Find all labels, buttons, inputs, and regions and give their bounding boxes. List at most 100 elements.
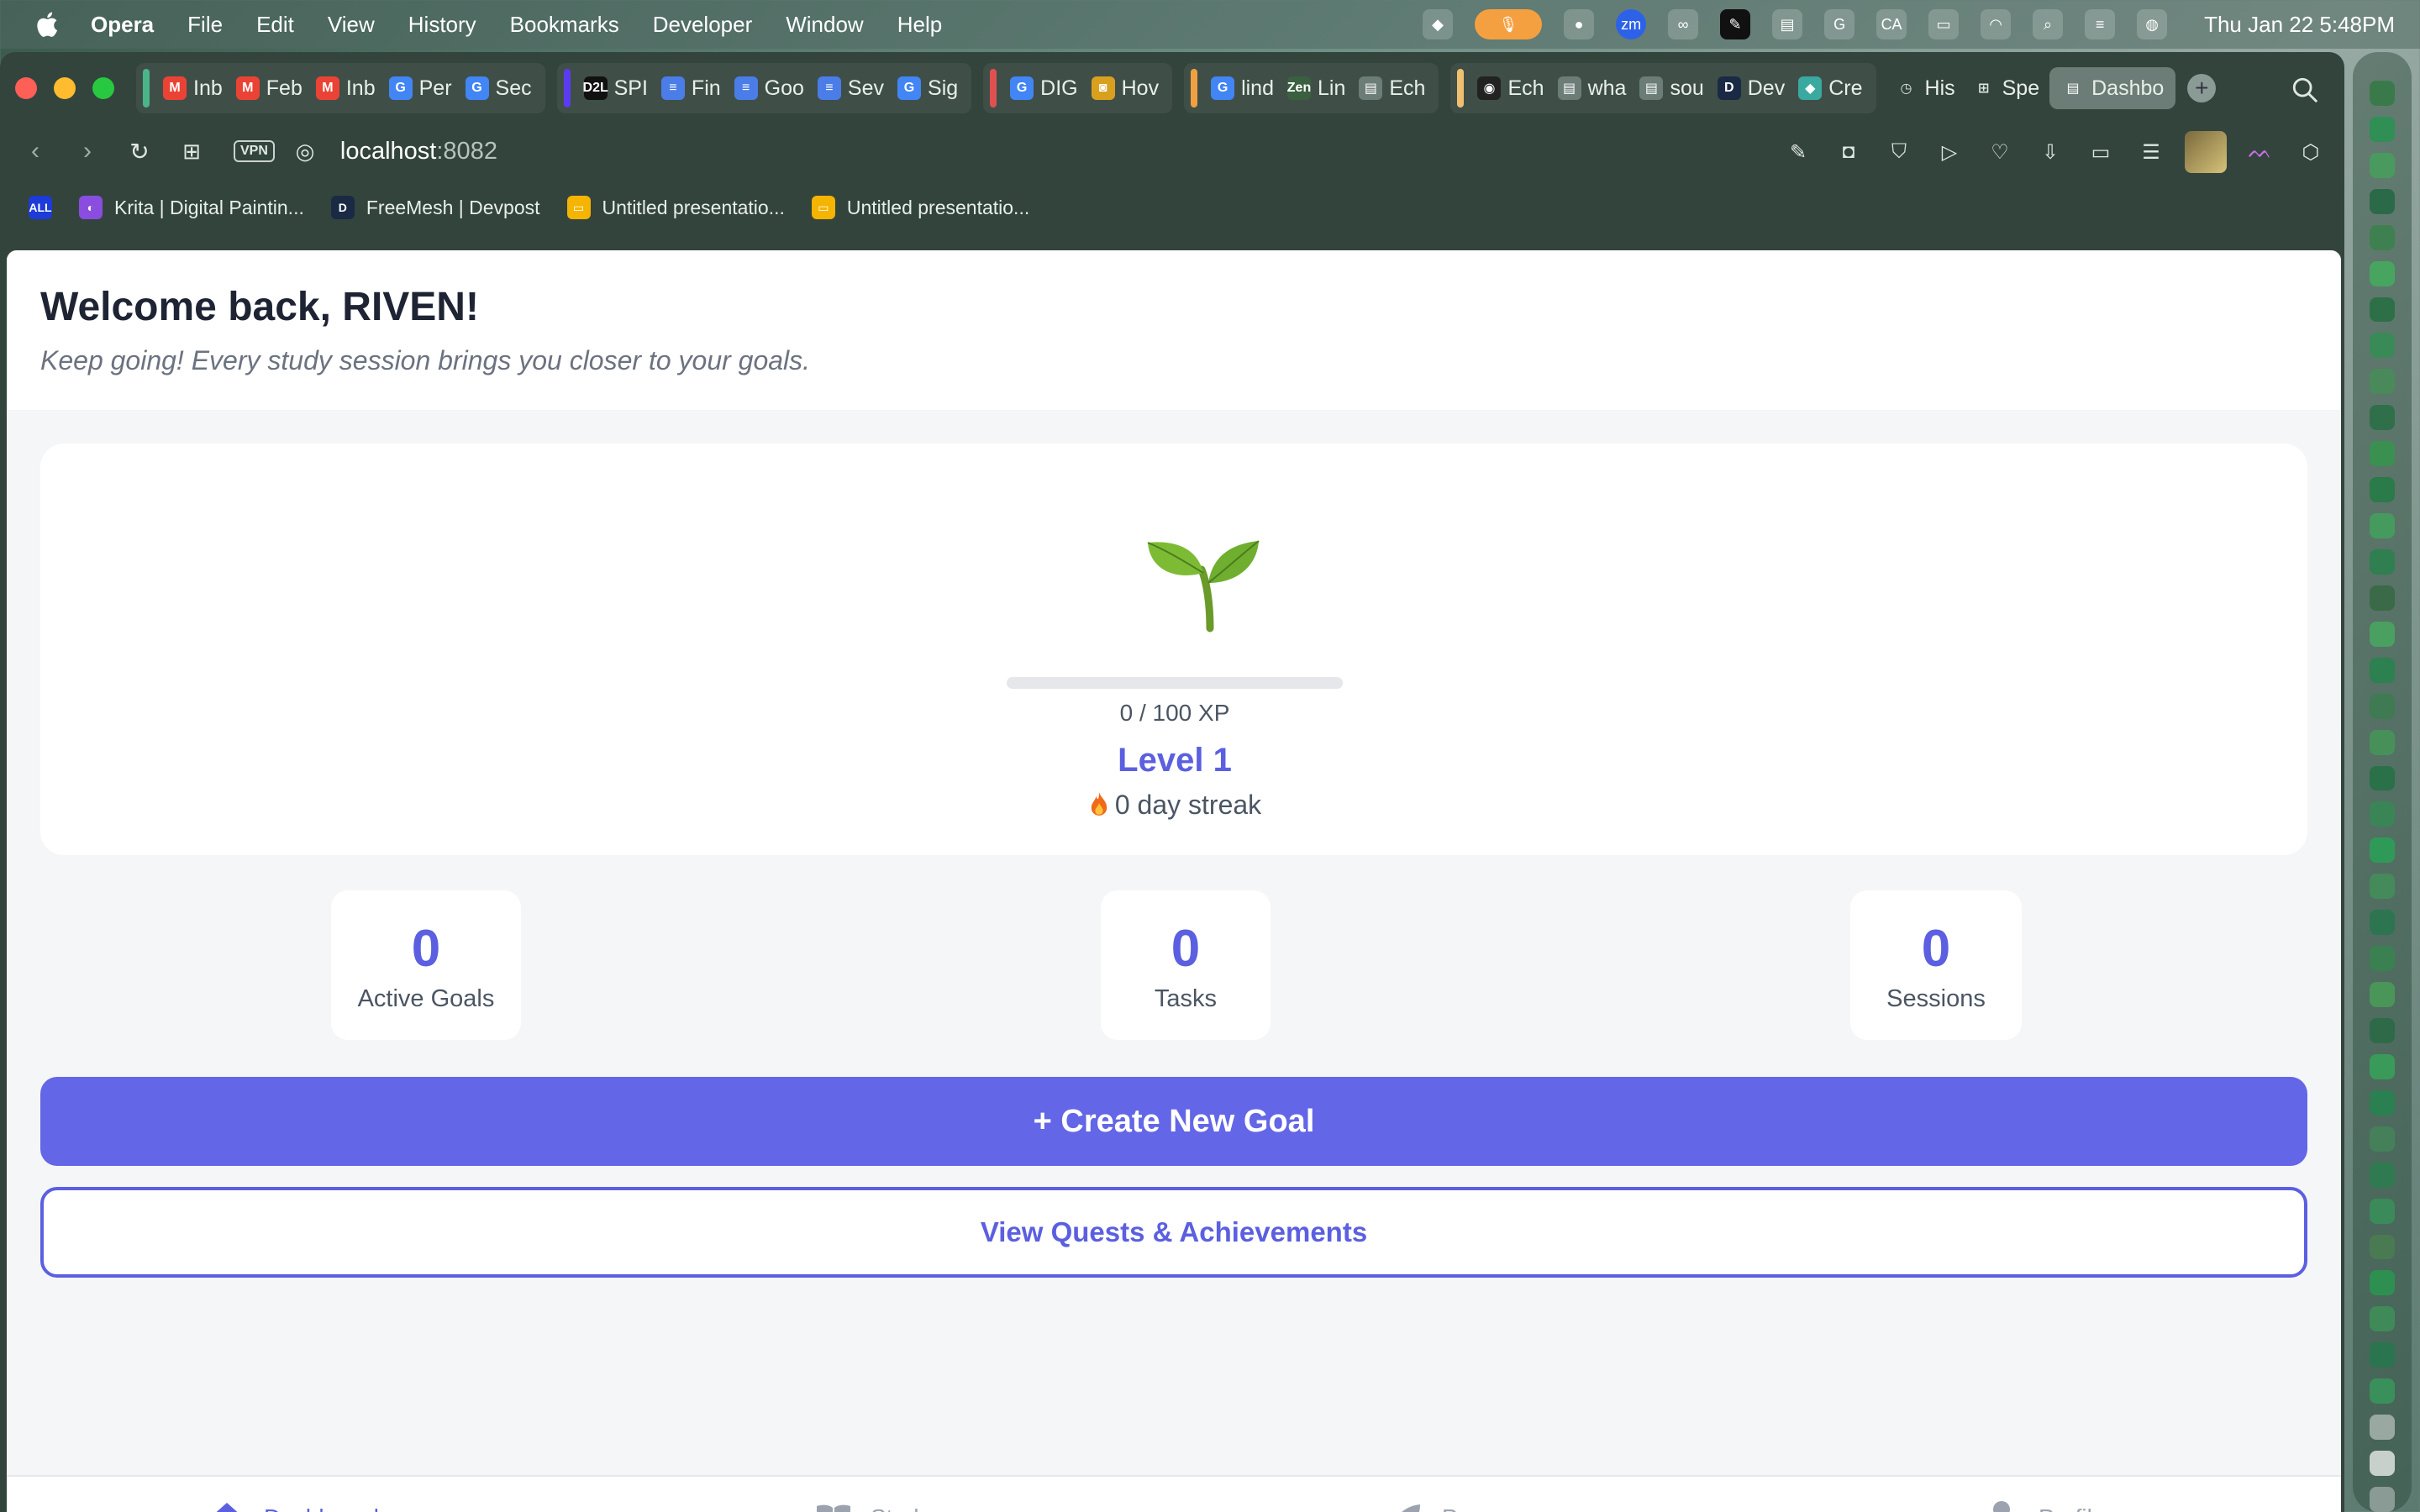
- tab-group[interactable]: D2L SPI ≡ Fin ≡ Goo ≡ Sev G Sig: [556, 63, 972, 113]
- menu-file[interactable]: File: [187, 12, 223, 38]
- minimize-window-button[interactable]: [54, 77, 76, 99]
- browser-tab[interactable]: G Sig: [891, 67, 965, 109]
- dock-app-icon[interactable]: [2370, 549, 2395, 575]
- settings-sliders-icon[interactable]: ☰: [2134, 135, 2168, 169]
- dock-app-icon[interactable]: [2370, 188, 2395, 214]
- browser-tab[interactable]: ▤ sou: [1633, 67, 1710, 109]
- dock-app-icon[interactable]: [2370, 837, 2395, 864]
- menu-window[interactable]: Window: [786, 12, 863, 38]
- browser-tab[interactable]: ◆ Cre: [1791, 67, 1869, 109]
- dock-app-icon[interactable]: [2370, 513, 2395, 538]
- aria-icon[interactable]: ᨓ: [2244, 135, 2277, 169]
- browser-tab[interactable]: G Per: [382, 67, 459, 109]
- browser-tab[interactable]: ▤ Ech: [1352, 67, 1432, 109]
- nav-progress[interactable]: Progress: [1385, 1477, 1536, 1512]
- url-field[interactable]: localhost:8082: [340, 138, 497, 165]
- nav-study[interactable]: Study: [813, 1477, 931, 1512]
- battery-saver-icon[interactable]: ▭: [2084, 135, 2118, 169]
- dock-app-icon[interactable]: [2370, 1451, 2395, 1476]
- profile-avatar[interactable]: [2185, 131, 2227, 173]
- browser-tab[interactable]: ◉ Ech: [1470, 67, 1550, 109]
- bookmark-item[interactable]: D FreeMesh | Devpost: [330, 196, 540, 219]
- dock-app-icon[interactable]: [2370, 1486, 2395, 1512]
- menu-edit[interactable]: Edit: [256, 12, 294, 38]
- dock-app-icon[interactable]: [2370, 369, 2395, 395]
- browser-tab[interactable]: M Inb: [309, 67, 382, 109]
- dock-app-icon[interactable]: [2370, 441, 2395, 467]
- menu-history[interactable]: History: [408, 12, 476, 38]
- dock-app-icon[interactable]: [2370, 874, 2395, 900]
- bookmark-item[interactable]: ▭ Untitled presentatio...: [811, 196, 1029, 219]
- tab-group-color-bar[interactable]: [1457, 69, 1465, 108]
- tab-overview-icon[interactable]: ⊞: [175, 134, 208, 168]
- dock-app-icon[interactable]: [2370, 982, 2395, 1007]
- heart-icon[interactable]: ♡: [1983, 135, 2017, 169]
- dock-app-icon[interactable]: [2370, 116, 2395, 142]
- browser-tab[interactable]: ≡ Fin: [655, 67, 728, 109]
- package-icon[interactable]: ◆: [1423, 9, 1454, 39]
- shield-icon[interactable]: ⛉: [1882, 135, 1916, 169]
- fullscreen-window-button[interactable]: [92, 77, 114, 99]
- browser-tab[interactable]: Zen Lin: [1281, 67, 1352, 109]
- clipboard-icon[interactable]: ▤: [1772, 9, 1803, 39]
- battery-icon[interactable]: ▭: [1928, 9, 1960, 39]
- dock-app-icon[interactable]: [2370, 729, 2395, 755]
- dock-app-icon[interactable]: [2370, 946, 2395, 972]
- browser-tab[interactable]: ◷ His: [1888, 67, 1962, 109]
- dock-app-icon[interactable]: [2370, 1198, 2395, 1224]
- dock-app-icon[interactable]: [2370, 297, 2395, 323]
- dock-app-icon[interactable]: [2370, 1234, 2395, 1260]
- browser-tab[interactable]: ⊞ Spe: [1965, 67, 2046, 109]
- tab-group[interactable]: ◉ Ech ▤ wha ▤ sou D Dev ◆ Cre: [1450, 63, 1876, 113]
- zoom-icon[interactable]: zm: [1616, 9, 1647, 39]
- apple-icon[interactable]: [34, 10, 59, 39]
- camera-icon[interactable]: ◘: [1832, 135, 1865, 169]
- browser-tab[interactable]: ▤ wha: [1551, 67, 1634, 109]
- download-icon[interactable]: ⇩: [2033, 135, 2067, 169]
- menu-view[interactable]: View: [328, 12, 375, 38]
- reload-icon[interactable]: ↻: [123, 134, 156, 168]
- dock-app-icon[interactable]: [2370, 224, 2395, 250]
- tab-group-color-bar[interactable]: [990, 69, 997, 108]
- dock-app-icon[interactable]: [2370, 405, 2395, 431]
- dock-app-icon[interactable]: [2370, 1017, 2395, 1043]
- siri-icon[interactable]: ◍: [2137, 9, 2168, 39]
- play-icon[interactable]: ▷: [1933, 135, 1966, 169]
- extensions-cube-icon[interactable]: ⬡: [2294, 135, 2328, 169]
- dock-app-icon[interactable]: [2370, 621, 2395, 647]
- tab-group-color-bar[interactable]: [143, 69, 150, 108]
- dock-app-icon[interactable]: [2370, 333, 2395, 359]
- menubar-clock[interactable]: Thu Jan 22 5:48PM: [2204, 12, 2395, 38]
- control-center-icon[interactable]: ≡: [2085, 9, 2116, 39]
- tab-group[interactable]: Glind Zen Lin ▤ Ech: [1184, 63, 1439, 113]
- nav-profile[interactable]: Profile: [1981, 1477, 2105, 1512]
- app-menu-opera[interactable]: Opera: [91, 12, 154, 38]
- back-icon[interactable]: ‹: [18, 134, 52, 168]
- close-window-button[interactable]: [15, 77, 37, 99]
- grammarly-icon[interactable]: ●: [1564, 9, 1595, 39]
- browser-tab[interactable]: G DIG: [1003, 67, 1084, 109]
- tab-group[interactable]: M Inb M Feb M Inb G Per G Sec: [136, 63, 545, 113]
- menu-help[interactable]: Help: [897, 12, 942, 38]
- dock-app-icon[interactable]: [2370, 910, 2395, 936]
- grammarly-g-icon[interactable]: G: [1824, 9, 1855, 39]
- browser-tab[interactable]: ≡ Sev: [811, 67, 891, 109]
- dock-app-icon[interactable]: [2370, 152, 2395, 178]
- active-browser-tab[interactable]: ▤ Dashbo: [2049, 67, 2176, 109]
- dock-app-icon[interactable]: [2370, 765, 2395, 791]
- browser-tab[interactable]: M Inb: [156, 67, 229, 109]
- dock-app-icon[interactable]: [2370, 1089, 2395, 1116]
- new-tab-button[interactable]: +: [2187, 74, 2217, 102]
- dock-app-icon[interactable]: [2370, 693, 2395, 719]
- tab-search-icon[interactable]: [2291, 76, 2319, 104]
- vpn-badge[interactable]: VPN: [234, 140, 275, 162]
- dock-app-icon[interactable]: [2370, 477, 2395, 503]
- browser-tab[interactable]: Glind: [1204, 67, 1281, 109]
- browser-tab[interactable]: G Sec: [459, 67, 539, 109]
- create-new-goal-button[interactable]: + Create New Goal: [40, 1077, 2307, 1166]
- dock-app-icon[interactable]: [2370, 1162, 2395, 1188]
- microphone-icon[interactable]: 🎙: [1475, 9, 1543, 39]
- edit-icon[interactable]: ✎: [1781, 135, 1815, 169]
- dock-app-icon[interactable]: [2370, 657, 2395, 683]
- browser-tab[interactable]: ≡ Goo: [728, 67, 811, 109]
